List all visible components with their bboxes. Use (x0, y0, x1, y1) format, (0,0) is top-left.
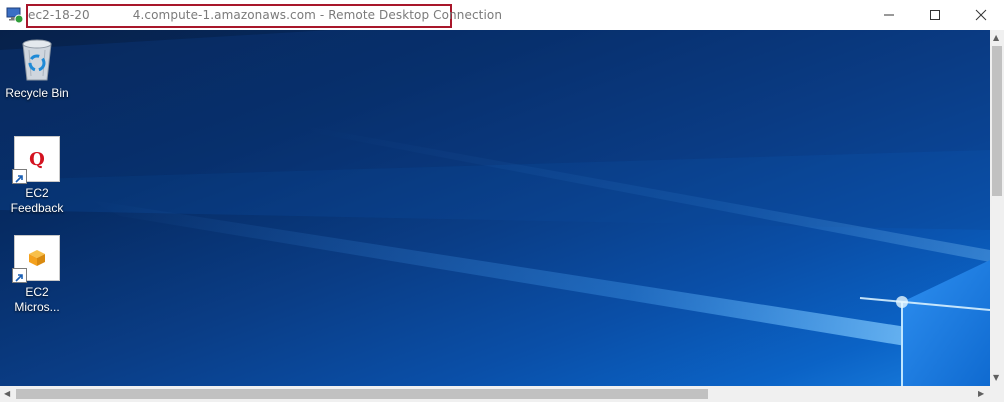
scrollbar-corner (990, 386, 1004, 402)
shortcut-arrow-icon (12, 268, 27, 283)
desktop-icon-ec2-microsoft[interactable]: EC2 Micros... (2, 235, 72, 315)
window-title: ec2-18-20 4.compute-1.amazonaws.com - Re… (28, 8, 503, 22)
horizontal-scroll-thumb[interactable] (16, 389, 708, 399)
vertical-scroll-thumb[interactable] (992, 46, 1002, 196)
desktop-icon-label: Recycle Bin (5, 86, 69, 100)
close-icon (975, 9, 987, 21)
vertical-scrollbar[interactable]: ▲ ▼ (990, 30, 1004, 386)
desktop-icon-ec2-feedback[interactable]: Q EC2 Feedback (2, 136, 72, 216)
horizontal-scrollbar[interactable]: ◀ ▶ (0, 386, 990, 402)
scroll-down-arrow-icon[interactable]: ▼ (993, 374, 999, 382)
ec2-aws-tile (12, 235, 60, 283)
ec2-feedback-tile: Q (12, 136, 60, 184)
desktop-icon-recycle-bin[interactable]: Recycle Bin (2, 36, 72, 101)
title-bar[interactable]: ec2-18-20 4.compute-1.amazonaws.com - Re… (0, 0, 1004, 30)
maximize-icon (930, 10, 940, 20)
scroll-right-arrow-icon[interactable]: ▶ (978, 390, 984, 398)
scroll-left-arrow-icon[interactable]: ◀ (4, 390, 10, 398)
remote-desktop-area[interactable]: Recycle Bin Q EC2 Feedback EC2 Micros... (0, 30, 990, 386)
ec2-aws-box-icon (29, 250, 45, 266)
desktop-icon-label: EC2 Feedback (10, 186, 64, 215)
close-button[interactable] (958, 0, 1004, 30)
ec2-feedback-q-icon: Q (29, 148, 45, 170)
recycle-bin-icon (22, 39, 52, 81)
minimize-icon (884, 14, 894, 16)
windows-wallpaper (0, 30, 990, 386)
scroll-up-arrow-icon[interactable]: ▲ (993, 34, 999, 42)
desktop-icon-label: EC2 Micros... (14, 285, 60, 314)
minimize-button[interactable] (866, 0, 912, 30)
shortcut-arrow-icon (12, 169, 27, 184)
remote-desktop-icon (6, 7, 24, 24)
maximize-button[interactable] (912, 0, 958, 30)
